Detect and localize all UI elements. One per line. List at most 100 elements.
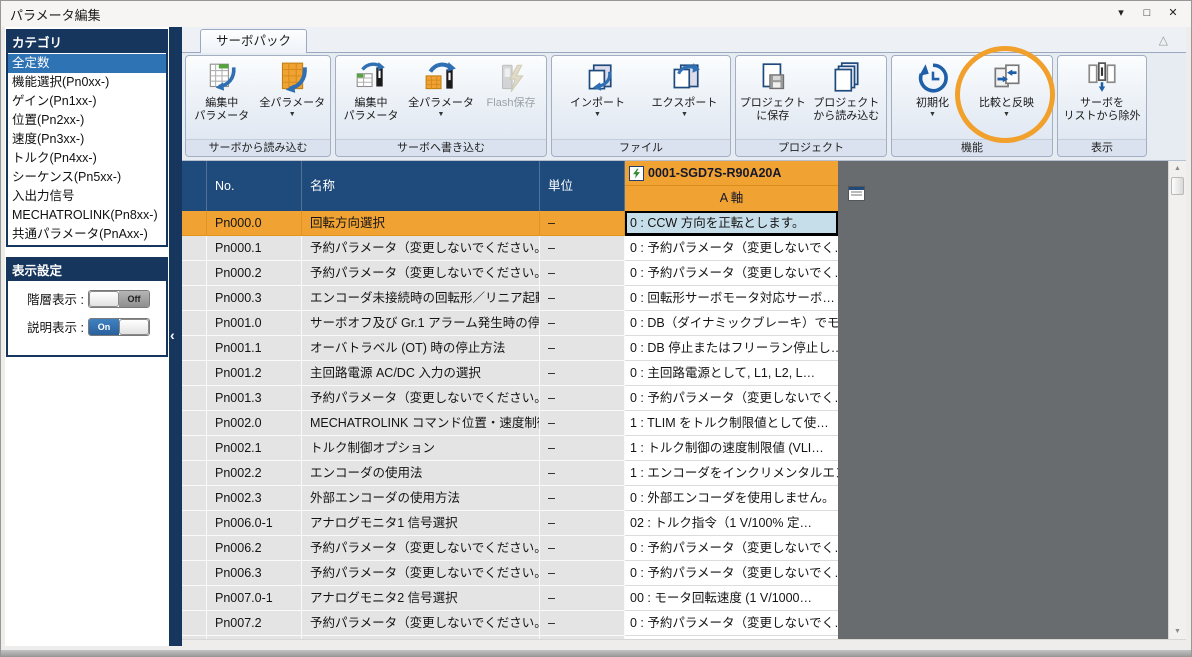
parameter-unit-cell[interactable]: – [540,511,625,536]
row-selector-cell[interactable] [182,236,207,261]
table-row[interactable]: Pn001.0サーボオフ及び Gr.1 アラーム発生時の停止–0 : DB（ダイ… [182,311,838,336]
parameter-no-cell[interactable]: Pn001.0 [207,311,302,336]
table-row[interactable]: Pn002.3外部エンコーダの使用方法–0 : 外部エンコーダを使用しません。 [182,486,838,511]
parameter-name-cell[interactable]: 予約パラメータ（変更しないでください。） [302,536,540,561]
table-row[interactable]: Pn002.1トルク制御オプション–1 : トルク制御の速度制限値 (VLI… [182,436,838,461]
parameter-name-cell[interactable]: 主回路電源 AC/DC 入力の選択 [302,361,540,386]
row-selector-cell[interactable] [182,386,207,411]
parameter-name-cell[interactable]: エンコーダ未接続時の回転形／リニア起動選 [302,286,540,311]
parameter-no-cell[interactable]: Pn006.2 [207,536,302,561]
table-row[interactable]: Pn001.3予約パラメータ（変更しないでください。）–0 : 予約パラメータ（… [182,386,838,411]
parameter-unit-cell[interactable]: – [540,336,625,361]
scrollbar-track[interactable] [1169,196,1186,624]
parameter-value-cell[interactable]: 0 : DB（ダイナミックブレーキ）でモ… [625,311,838,336]
row-selector-cell[interactable] [182,286,207,311]
parameter-no-cell[interactable]: Pn002.1 [207,436,302,461]
parameter-name-cell[interactable]: 回転方向選択 [302,211,540,236]
parameter-no-cell[interactable]: Pn006.3 [207,561,302,586]
parameter-value-cell[interactable]: 02 : トルク指令（1 V/100% 定… [625,511,838,536]
table-row[interactable]: Pn002.0MECHATROLINK コマンド位置・速度制御–1 : TLIM… [182,411,838,436]
category-item[interactable]: MECHATROLINK(Pn8xx-) [8,206,166,225]
parameter-no-cell[interactable]: Pn001.1 [207,336,302,361]
parameter-no-cell[interactable]: Pn001.3 [207,386,302,411]
parameter-name-cell[interactable]: オーバトラベル (OT) 時の停止方法 [302,336,540,361]
import-button[interactable]: インポート ▼ [555,58,641,139]
row-selector-cell[interactable] [182,436,207,461]
category-item[interactable]: トルク(Pn4xx-) [8,149,166,168]
row-selector-cell[interactable] [182,486,207,511]
table-row[interactable]: Pn001.1オーバトラベル (OT) 時の停止方法–0 : DB 停止またはフ… [182,336,838,361]
parameter-unit-cell[interactable]: – [540,561,625,586]
parameter-name-cell[interactable]: アナログモニタ1 信号選択 [302,511,540,536]
vertical-scrollbar[interactable]: ▲ ▼ [1168,161,1186,639]
remove-servo-from-list-button[interactable]: サーボを リストから除外 [1060,58,1144,139]
parameter-unit-cell[interactable]: – [540,411,625,436]
parameter-name-cell[interactable]: 外部エンコーダの使用方法 [302,486,540,511]
parameter-no-cell[interactable]: Pn000.3 [207,286,302,311]
table-row[interactable]: Pn000.2予約パラメータ（変更しないでください。）–0 : 予約パラメータ（… [182,261,838,286]
category-item[interactable]: 位置(Pn2xx-) [8,111,166,130]
parameter-no-cell[interactable]: Pn000.1 [207,236,302,261]
row-selector-cell[interactable] [182,611,207,636]
parameter-unit-cell[interactable]: – [540,586,625,611]
parameter-name-cell[interactable]: MECHATROLINK コマンド位置・速度制御 [302,411,540,436]
parameter-no-cell[interactable]: Pn000.2 [207,261,302,286]
parameter-value-cell[interactable]: 0 : 予約パラメータ（変更しないでく… [625,536,838,561]
close-button[interactable]: ✕ [1163,4,1183,22]
export-button[interactable]: エクスポート ▼ [642,58,728,139]
sidebar-collapse-strip[interactable]: ‹ [169,27,182,646]
table-row[interactable]: Pn006.2予約パラメータ（変更しないでください。）–0 : 予約パラメータ（… [182,536,838,561]
category-item[interactable]: 入出力信号 [8,187,166,206]
parameter-value-cell[interactable]: 0 : 回転形サーボモータ対応サーボ… [625,286,838,311]
table-row[interactable]: Pn000.3エンコーダ未接続時の回転形／リニア起動選–0 : 回転形サーボモー… [182,286,838,311]
ribbon-collapse-icon[interactable]: △ [1159,33,1168,47]
category-item[interactable]: 機能選択(Pn0xx-) [8,73,166,92]
parameter-unit-cell[interactable]: – [540,436,625,461]
parameter-value-cell[interactable]: 1 : TLIM をトルク制限値として使… [625,411,838,436]
parameter-unit-cell[interactable]: – [540,611,625,636]
parameter-no-cell[interactable]: Pn006.0-1 [207,511,302,536]
maximize-button[interactable]: □ [1137,4,1157,22]
table-row[interactable]: Pn000.1予約パラメータ（変更しないでください。）–0 : 予約パラメータ（… [182,236,838,261]
parameter-name-cell[interactable]: トルク制御オプション [302,436,540,461]
description-display-toggle[interactable]: On [88,318,150,336]
parameter-value-cell[interactable]: 0 : 予約パラメータ（変更しないでく… [625,386,838,411]
parameter-unit-cell[interactable]: – [540,386,625,411]
parameter-unit-cell[interactable]: – [540,311,625,336]
parameter-unit-cell[interactable]: – [540,536,625,561]
read-editing-params-button[interactable]: 編集中 パラメータ [188,58,256,139]
parameter-value-cell[interactable]: 0 : 外部エンコーダを使用しません。 [625,486,838,511]
table-row[interactable]: Pn006.0-1アナログモニタ1 信号選択–02 : トルク指令（1 V/10… [182,511,838,536]
parameter-value-cell[interactable]: 0 : 予約パラメータ（変更しないでく… [625,236,838,261]
row-selector-cell[interactable] [182,261,207,286]
scrollbar-thumb[interactable] [1171,177,1184,195]
parameter-value-cell[interactable]: 00 : モータ回転速度 (1 V/1000… [625,586,838,611]
row-selector-cell[interactable] [182,211,207,236]
parameter-name-cell[interactable]: 予約パラメータ（変更しないでください。） [302,236,540,261]
parameter-unit-cell[interactable]: – [540,286,625,311]
parameter-unit-cell[interactable]: – [540,461,625,486]
table-row[interactable]: Pn000.0回転方向選択–0 : CCW 方向を正転とします。 [182,211,838,236]
parameter-value-cell[interactable]: 0 : CCW 方向を正転とします。 [625,211,838,236]
scroll-up-icon[interactable]: ▲ [1169,161,1186,176]
compare-and-reflect-button[interactable]: 比較と反映 ▼ [968,58,1046,118]
parameter-value-cell[interactable]: 1 : トルク制御の速度制限値 (VLI… [625,436,838,461]
load-from-project-button[interactable]: プロジェクト から読み込む [809,58,884,139]
parameter-unit-cell[interactable]: – [540,236,625,261]
add-table-icon[interactable] [848,186,865,201]
scroll-down-icon[interactable]: ▼ [1169,624,1186,639]
parameter-name-cell[interactable]: エンコーダの使用法 [302,461,540,486]
category-item[interactable]: ゲイン(Pn1xx-) [8,92,166,111]
parameter-name-cell[interactable]: 予約パラメータ（変更しないでください。） [302,561,540,586]
parameter-unit-cell[interactable]: – [540,261,625,286]
category-item[interactable]: 速度(Pn3xx-) [8,130,166,149]
write-editing-params-button[interactable]: 編集中 パラメータ [338,58,404,139]
table-row[interactable]: Pn007.0-1アナログモニタ2 信号選択–00 : モータ回転速度 (1 V… [182,586,838,611]
tab-servopack[interactable]: サーボパック [200,29,307,53]
read-all-params-button[interactable]: 全パラメータ ▼ [257,58,328,139]
table-row[interactable]: Pn006.3予約パラメータ（変更しないでください。）–0 : 予約パラメータ（… [182,561,838,586]
row-selector-cell[interactable] [182,561,207,586]
row-selector-cell[interactable] [182,336,207,361]
table-row[interactable]: Pn002.2エンコーダの使用法–1 : エンコーダをインクリメンタルエンコ… [182,461,838,486]
parameter-value-cell[interactable]: 0 : 主回路電源として, L1, L2, L… [625,361,838,386]
